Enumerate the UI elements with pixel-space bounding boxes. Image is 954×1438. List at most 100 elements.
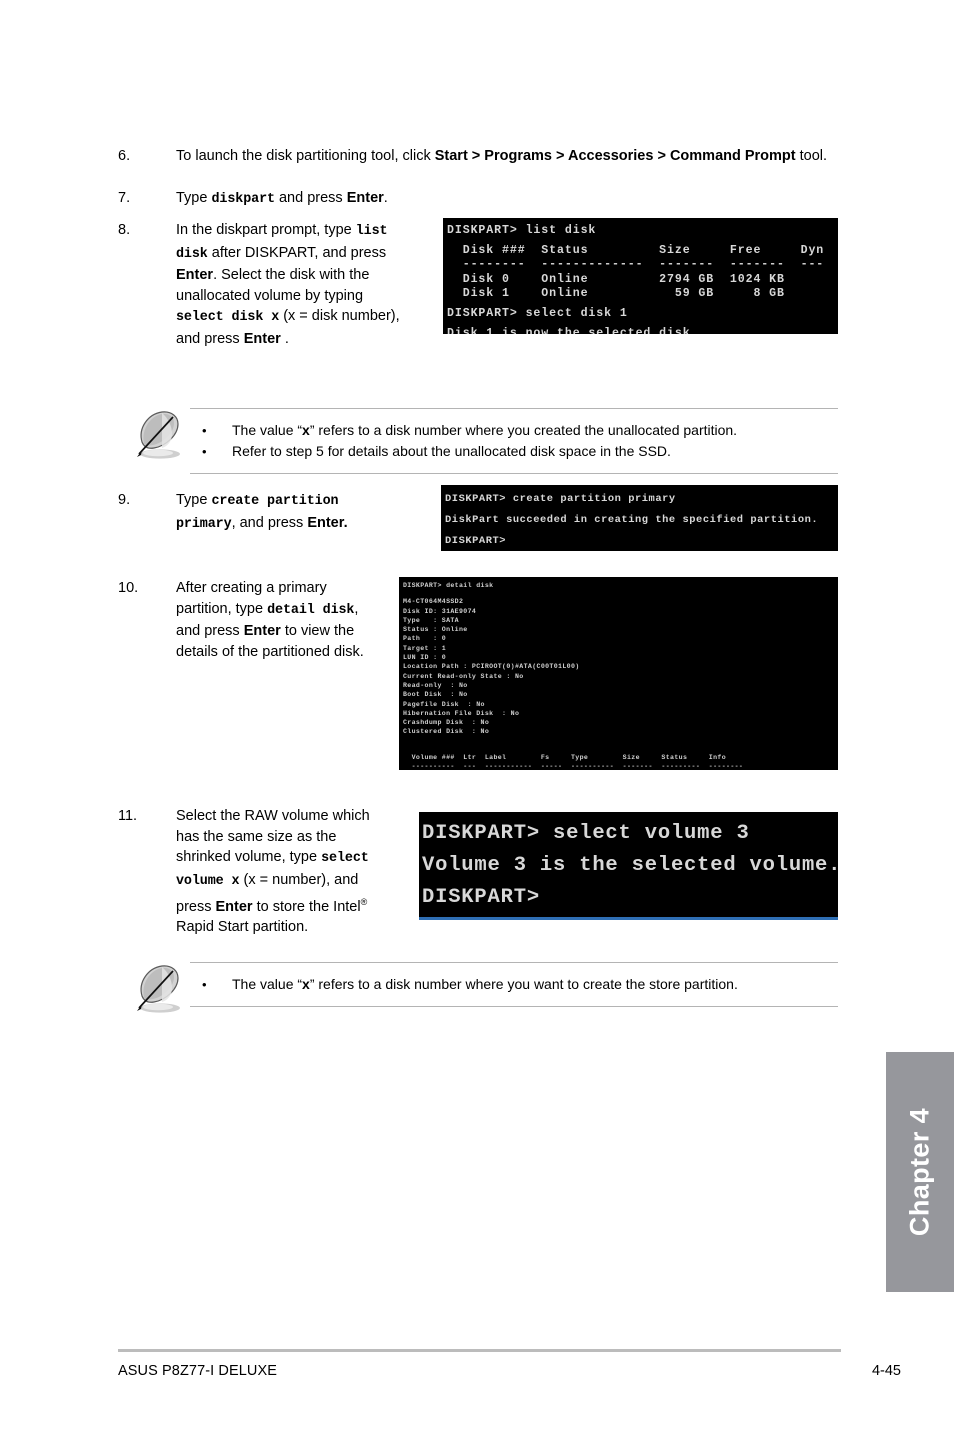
step-10-number: 10.: [118, 580, 139, 596]
terminal-line: -------- ------------- ------- ------- -…: [447, 258, 838, 272]
terminal-line: DISKPART>: [422, 886, 540, 909]
bullet-icon: •: [202, 423, 207, 438]
step-9-text: Type create partition primary, and press…: [176, 490, 391, 535]
step-11-text: Select the RAW volume which has the same…: [176, 806, 388, 938]
step-9-bold-enter: Enter.: [307, 514, 348, 531]
step-7-text-part1: Type: [176, 190, 212, 206]
step-7-bold-enter: Enter: [346, 190, 384, 206]
step-8-command-select-disk: select disk x: [176, 310, 280, 325]
terminal-line: Read-only : No: [403, 681, 468, 689]
terminal-line: Clustered Disk : No: [403, 728, 490, 736]
step-7-text-part2: and press: [274, 190, 347, 206]
terminal-spacer: [403, 744, 838, 751]
terminal-line: Disk 1 Online 59 GB 8 GB: [447, 286, 785, 300]
terminal-line: Disk 0 Online 2794 GB 1024 KB *: [447, 272, 838, 286]
note-1-item-1-text: The value “x” refers to a disk number wh…: [232, 420, 838, 441]
note-feather-icon: [128, 962, 190, 1018]
note-2-item-1-pre: The value “: [232, 976, 303, 992]
terminal-line: Status : Online: [403, 626, 468, 634]
note-2-item-1-text: The value “x” refers to a disk number wh…: [232, 974, 838, 995]
terminal-volume-table-rule: ---------- --- ----------- ----- -------…: [403, 763, 744, 770]
step-8-number: 8.: [118, 222, 131, 238]
terminal-spacer: [403, 590, 838, 597]
step-10-text: After creating a primary partition, type…: [176, 578, 386, 662]
step-7-number: 7.: [118, 190, 131, 206]
footer-product-name: ASUS P8Z77-I DELUXE: [118, 1363, 278, 1379]
step-7-command: diskpart: [211, 192, 275, 207]
terminal-line: Target : 1: [403, 644, 447, 652]
step-7-text: Type diskpart and press Enter.: [176, 188, 388, 211]
step-8-text-part2: after DISKPART, and press: [207, 244, 387, 261]
step-10: 10. After creating a primary partition, …: [118, 578, 418, 662]
feather-pen-icon: [137, 411, 180, 459]
step-8-text-part5: .: [280, 330, 289, 347]
step-11-text-part4: Rapid Start partition.: [176, 919, 309, 936]
note-2-item-1: • The value “x” refers to a disk number …: [190, 974, 838, 995]
terminal-detail-disk: DISKPART> detail disk M4-CT064M4SSD2 Dis…: [399, 577, 838, 770]
terminal-line: Disk 1 is now the selected disk.: [447, 327, 699, 334]
bullet-icon: •: [202, 977, 207, 992]
step-8-bold-enter-1: Enter: [176, 267, 214, 283]
terminal-create-partition: DISKPART> create partition primary DiskP…: [441, 485, 838, 551]
step-9-text-part1: Type: [176, 492, 212, 508]
step-6-text: To launch the disk partitioning tool, cl…: [176, 146, 827, 167]
note-1-item-2: • Refer to step 5 for details about the …: [190, 441, 838, 462]
terminal-line: Current Read-only State : No: [403, 672, 524, 680]
terminal-select-volume: DISKPART> select volume 3 Volume 3 is th…: [419, 812, 838, 920]
step-9: 9. Type create partition primary, and pr…: [118, 490, 418, 535]
step-8-bold-enter-2: Enter: [243, 330, 281, 347]
chapter-tab-label: Chapter 4: [904, 1107, 935, 1237]
bullet-icon: •: [202, 444, 207, 459]
terminal-line: Type : SATA: [403, 616, 459, 624]
terminal-line: DISKPART> select disk 1: [447, 307, 628, 321]
terminal-line: Volume 3 is the selected volume.: [422, 854, 838, 877]
step-10-command-detail-disk: detail disk: [267, 602, 355, 618]
note-box-1: • The value “x” refers to a disk number …: [128, 408, 838, 474]
terminal-line: Location Path : PCIROOT(0)#ATA(C00T01L00…: [403, 663, 580, 671]
note-feather-icon: [128, 408, 190, 464]
note-1-item-1-pre: The value “: [232, 422, 303, 438]
step-6-text-part2: tool.: [795, 148, 828, 164]
feather-pen-icon: [137, 965, 180, 1013]
step-8-text-part1: In the diskpart prompt, type: [176, 222, 356, 238]
chapter-tab: Chapter 4: [886, 1052, 954, 1292]
note-1-item-1-post: ” refers to a disk number where you crea…: [309, 422, 738, 438]
terminal-volume-table-header: Volume ### Ltr Label Fs Type Size Status…: [403, 753, 727, 761]
terminal-list-disk: DISKPART> list disk Disk ### Status Size…: [443, 218, 838, 334]
note-1-item-2-text: Refer to step 5 for details about the un…: [232, 443, 671, 459]
terminal-line: DISKPART> detail disk: [403, 582, 494, 589]
note-box-2: • The value “x” refers to a disk number …: [128, 962, 838, 1018]
note-1-content: • The value “x” refers to a disk number …: [190, 408, 838, 474]
terminal-line: M4-CT064M4SSD2: [403, 598, 464, 606]
terminal-line: Boot Disk : No: [403, 691, 468, 699]
terminal-line: DISKPART> list disk: [447, 224, 597, 237]
note-2-item-1-variable: x: [302, 976, 310, 992]
step-7-text-part3: .: [383, 190, 388, 206]
note-1-item-1: • The value “x” refers to a disk number …: [190, 420, 838, 441]
terminal-line: Hibernation File Disk : No: [403, 709, 520, 717]
step-6-text-part1: To launch the disk partitioning tool, cl…: [176, 148, 435, 164]
step-7: 7. Type diskpart and press Enter.: [118, 188, 838, 211]
manual-page: 6. To launch the disk partitioning tool,…: [0, 0, 954, 1438]
step-11-number: 11.: [118, 808, 138, 824]
step-8: 8. In the diskpart prompt, type list dis…: [118, 220, 418, 349]
terminal-line: Path : 0: [403, 635, 447, 643]
step-6-number: 6.: [118, 148, 131, 164]
terminal-line: DISKPART>: [445, 535, 507, 547]
step-9-text-part2: , and press: [231, 514, 308, 531]
note-2-content: • The value “x” refers to a disk number …: [190, 962, 838, 1007]
terminal-line: Crashdump Disk : No: [403, 719, 490, 727]
footer-divider: [118, 1349, 841, 1352]
terminal-line: LUN ID : 0: [403, 654, 447, 662]
registered-trademark-symbol: ®: [360, 897, 368, 907]
footer-page-number: 4-45: [871, 1363, 901, 1379]
terminal-line: DISKPART> select volume 3: [422, 822, 750, 845]
terminal-line: DiskPart succeeded in creating the speci…: [445, 514, 819, 526]
step-11-bold-enter: Enter: [215, 898, 253, 915]
terminal-spacer: [403, 737, 838, 744]
step-8-text: In the diskpart prompt, type list disk a…: [176, 220, 404, 349]
step-6-bold-menu-path: Start > Programs > Accessories > Command…: [434, 148, 796, 164]
note-1-item-1-variable: x: [302, 422, 310, 438]
step-6: 6. To launch the disk partitioning tool,…: [118, 146, 838, 167]
terminal-line: Disk ID: 31AE9074: [403, 607, 477, 615]
